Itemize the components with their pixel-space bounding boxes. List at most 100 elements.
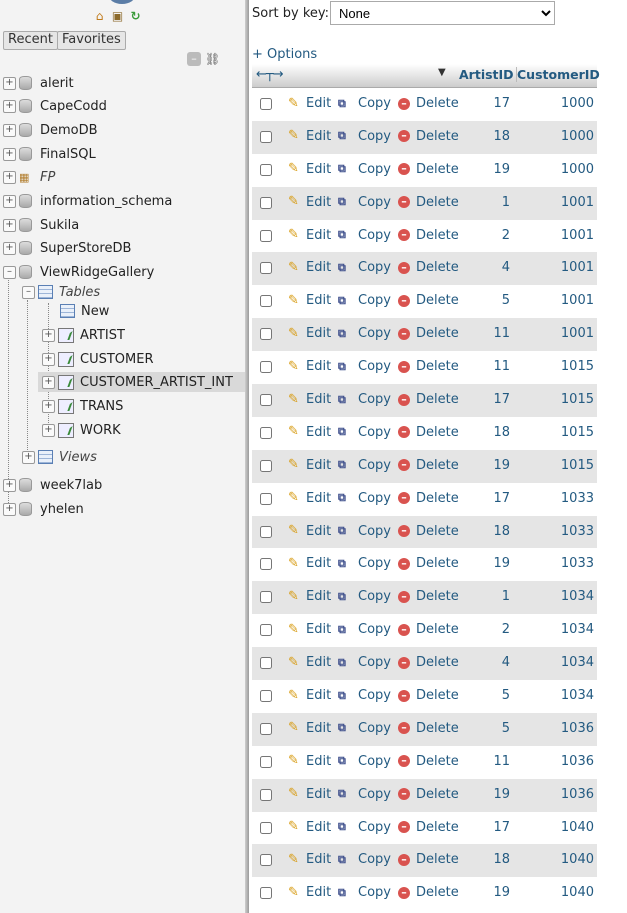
- edit-link[interactable]: ✎ Edit: [288, 359, 331, 374]
- db-label[interactable]: Sukila: [40, 218, 79, 233]
- row-checkbox[interactable]: [260, 624, 272, 637]
- copy-label[interactable]: Copy: [358, 425, 391, 440]
- tree-item-superstoredb[interactable]: + SuperStoreDB: [3, 238, 131, 258]
- cell-artistid[interactable]: 19: [462, 885, 510, 900]
- edit-label[interactable]: Edit: [306, 852, 331, 867]
- edit-label[interactable]: Edit: [306, 885, 331, 900]
- delete-label[interactable]: Delete: [416, 458, 459, 473]
- cell-artistid[interactable]: 4: [462, 655, 510, 670]
- row-checkbox[interactable]: [260, 854, 272, 867]
- cell-customerid[interactable]: 1033: [520, 491, 594, 506]
- edit-link[interactable]: ✎ Edit: [288, 754, 331, 769]
- cell-customerid[interactable]: 1034: [520, 688, 594, 703]
- copy-label[interactable]: Copy: [358, 326, 391, 341]
- delete-label[interactable]: Delete: [416, 326, 459, 341]
- tree-item-capecodd[interactable]: + CapeCodd: [3, 96, 107, 116]
- copy-link[interactable]: ⧉ Copy: [338, 425, 391, 440]
- edit-label[interactable]: Edit: [306, 458, 331, 473]
- edit-label[interactable]: Edit: [306, 195, 331, 210]
- copy-label[interactable]: Copy: [358, 96, 391, 111]
- copy-link[interactable]: ⧉ Copy: [338, 622, 391, 637]
- copy-label[interactable]: Copy: [358, 721, 391, 736]
- cell-customerid[interactable]: 1001: [520, 195, 594, 210]
- copy-link[interactable]: ⧉ Copy: [338, 787, 391, 802]
- copy-link[interactable]: ⧉ Copy: [338, 359, 391, 374]
- row-checkbox[interactable]: [260, 394, 272, 407]
- edit-label[interactable]: Edit: [306, 326, 331, 341]
- edit-label[interactable]: Edit: [306, 622, 331, 637]
- copy-link[interactable]: ⧉ Copy: [338, 524, 391, 539]
- copy-label[interactable]: Copy: [358, 228, 391, 243]
- cell-artistid[interactable]: 2: [462, 228, 510, 243]
- row-checkbox[interactable]: [260, 722, 272, 735]
- link-icon[interactable]: ⛓: [205, 52, 220, 66]
- copy-label[interactable]: Copy: [358, 195, 391, 210]
- delete-link[interactable]: – Delete: [398, 425, 459, 440]
- new-label[interactable]: New: [81, 304, 109, 319]
- delete-link[interactable]: – Delete: [398, 787, 459, 802]
- delete-label[interactable]: Delete: [416, 129, 459, 144]
- tables-label[interactable]: Tables: [59, 285, 100, 300]
- cell-customerid[interactable]: 1040: [520, 885, 594, 900]
- cell-artistid[interactable]: 19: [462, 787, 510, 802]
- copy-link[interactable]: ⧉ Copy: [338, 293, 391, 308]
- cell-customerid[interactable]: 1036: [520, 754, 594, 769]
- delete-link[interactable]: – Delete: [398, 688, 459, 703]
- row-checkbox[interactable]: [260, 755, 272, 768]
- edit-label[interactable]: Edit: [306, 425, 331, 440]
- db-label[interactable]: alerit: [40, 76, 74, 91]
- cell-artistid[interactable]: 1: [462, 195, 510, 210]
- row-checkbox[interactable]: [260, 328, 272, 341]
- edit-label[interactable]: Edit: [306, 721, 331, 736]
- row-checkbox[interactable]: [260, 163, 272, 176]
- delete-label[interactable]: Delete: [416, 195, 459, 210]
- delete-link[interactable]: – Delete: [398, 96, 459, 111]
- edit-label[interactable]: Edit: [306, 589, 331, 604]
- cell-artistid[interactable]: 19: [462, 458, 510, 473]
- delete-link[interactable]: – Delete: [398, 556, 459, 571]
- cell-artistid[interactable]: 19: [462, 162, 510, 177]
- cell-customerid[interactable]: 1034: [520, 589, 594, 604]
- copy-link[interactable]: ⧉ Copy: [338, 458, 391, 473]
- edit-label[interactable]: Edit: [306, 820, 331, 835]
- cell-artistid[interactable]: 17: [462, 820, 510, 835]
- cell-customerid[interactable]: 1033: [520, 556, 594, 571]
- delete-link[interactable]: – Delete: [398, 721, 459, 736]
- expand-icon[interactable]: +: [42, 375, 55, 389]
- copy-link[interactable]: ⧉ Copy: [338, 326, 391, 341]
- delete-link[interactable]: – Delete: [398, 852, 459, 867]
- edit-link[interactable]: ✎ Edit: [288, 293, 331, 308]
- edit-link[interactable]: ✎ Edit: [288, 721, 331, 736]
- expand-icon[interactable]: +: [3, 194, 16, 208]
- copy-link[interactable]: ⧉ Copy: [338, 228, 391, 243]
- cell-customerid[interactable]: 1034: [520, 655, 594, 670]
- tree-item-finalsql[interactable]: + FinalSQL: [3, 144, 96, 164]
- copy-label[interactable]: Copy: [358, 589, 391, 604]
- delete-label[interactable]: Delete: [416, 885, 459, 900]
- edit-link[interactable]: ✎ Edit: [288, 458, 331, 473]
- copy-label[interactable]: Copy: [358, 458, 391, 473]
- delete-link[interactable]: – Delete: [398, 491, 459, 506]
- cell-artistid[interactable]: 5: [462, 721, 510, 736]
- cell-artistid[interactable]: 18: [462, 852, 510, 867]
- expand-icon[interactable]: +: [3, 218, 16, 232]
- delete-link[interactable]: – Delete: [398, 392, 459, 407]
- tree-item-work[interactable]: + WORK: [42, 420, 121, 440]
- copy-label[interactable]: Copy: [358, 524, 391, 539]
- row-checkbox[interactable]: [260, 361, 272, 374]
- edit-link[interactable]: ✎ Edit: [288, 885, 331, 900]
- edit-label[interactable]: Edit: [306, 129, 331, 144]
- row-checkbox[interactable]: [260, 130, 272, 143]
- cell-artistid[interactable]: 18: [462, 425, 510, 440]
- row-checkbox[interactable]: [260, 591, 272, 604]
- cell-artistid[interactable]: 19: [462, 556, 510, 571]
- edit-label[interactable]: Edit: [306, 293, 331, 308]
- column-menu-icon[interactable]: ▼: [438, 67, 446, 78]
- copy-label[interactable]: Copy: [358, 754, 391, 769]
- edit-label[interactable]: Edit: [306, 96, 331, 111]
- copy-link[interactable]: ⧉ Copy: [338, 852, 391, 867]
- table-label[interactable]: TRANS: [80, 399, 123, 414]
- delete-link[interactable]: – Delete: [398, 820, 459, 835]
- edit-link[interactable]: ✎ Edit: [288, 787, 331, 802]
- db-label[interactable]: DemoDB: [40, 123, 98, 138]
